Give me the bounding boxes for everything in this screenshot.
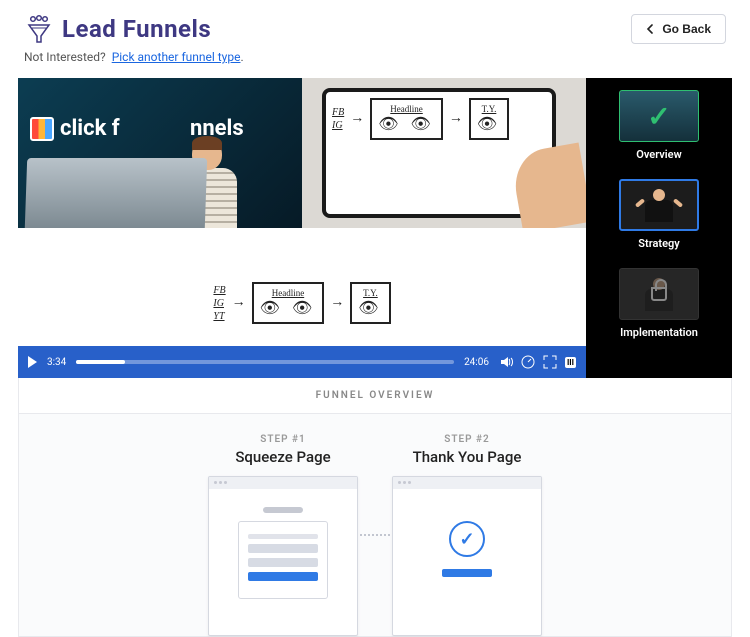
step-squeeze-page[interactable]: STEP #1 Squeeze Page	[203, 434, 363, 636]
page-header: Lead Funnels Go Back	[0, 0, 750, 50]
subheader: Not Interested? Pick another funnel type…	[0, 50, 750, 78]
tablet-sketch: FBIG → Headline👁 👁 → T.Y.👁	[332, 98, 546, 140]
clickfunnels-icon	[30, 117, 54, 141]
subhead-prefix: Not Interested?	[24, 50, 106, 64]
section-title: FUNNEL OVERVIEW	[19, 378, 731, 414]
step-thank-you-page[interactable]: STEP #2 Thank You Page ✓	[387, 434, 547, 636]
volume-icon[interactable]	[499, 355, 513, 369]
video-frame-top: click f nnels FBIG → Headline👁 👁 → T.Y.👁	[18, 78, 586, 228]
laptop-prop	[25, 158, 207, 228]
total-time: 24:06	[464, 357, 489, 368]
chapter-list: ✓ Overview Strategy Implementation	[586, 78, 732, 378]
step-number: STEP #2	[387, 434, 547, 445]
current-time: 3:34	[47, 357, 66, 368]
step-title: Thank You Page	[387, 448, 547, 466]
logo: Lead Funnels	[24, 14, 211, 44]
chapter-label: Strategy	[638, 237, 679, 250]
logo-text: Lead Funnels	[62, 15, 211, 43]
chevron-left-icon	[646, 24, 654, 34]
chapter-label: Overview	[636, 148, 681, 161]
chapter-implementation[interactable]: Implementation	[619, 268, 699, 339]
video-controls: 3:34 24:06 III	[18, 346, 586, 378]
chapter-strategy[interactable]: Strategy	[619, 179, 699, 250]
whiteboard-sketch: FB IG YT → Headline👁 👁 → T.Y.👁	[213, 282, 390, 324]
pick-another-link[interactable]: Pick another funnel type	[112, 50, 241, 64]
go-back-label: Go Back	[662, 22, 711, 36]
funnel-overview-section: FUNNEL OVERVIEW STEP #1 Squeeze Page	[18, 378, 732, 637]
video-main[interactable]: click f nnels FBIG → Headline👁 👁 → T.Y.👁	[18, 78, 586, 378]
clickfunnels-logo: click f	[30, 116, 120, 141]
video-presenter-panel: click f nnels	[18, 78, 302, 228]
brand-badge: III	[565, 357, 576, 368]
progress-bar[interactable]	[76, 360, 454, 364]
step-connector	[360, 534, 390, 536]
presenter-thumb-icon	[639, 185, 679, 225]
speed-icon[interactable]	[521, 355, 535, 369]
clickfunnels-logo-right: nnels	[190, 116, 244, 141]
subhead-suffix: .	[240, 50, 243, 64]
step-number: STEP #1	[203, 434, 363, 445]
funnel-people-icon	[24, 14, 54, 44]
check-icon: ✓	[647, 100, 670, 133]
step-title: Squeeze Page	[203, 448, 363, 466]
player-region: click f nnels FBIG → Headline👁 👁 → T.Y.👁	[18, 78, 732, 378]
success-check-icon: ✓	[449, 521, 485, 557]
go-back-button[interactable]: Go Back	[631, 14, 726, 44]
chapter-overview[interactable]: ✓ Overview	[619, 90, 699, 161]
chapter-label: Implementation	[620, 326, 698, 339]
fullscreen-icon[interactable]	[543, 355, 557, 369]
video-whiteboard-panel: FBIG → Headline👁 👁 → T.Y.👁	[302, 78, 586, 228]
play-button[interactable]	[28, 356, 37, 368]
squeeze-page-preview	[208, 476, 358, 636]
thank-you-page-preview: ✓	[392, 476, 542, 636]
lock-icon	[651, 287, 667, 301]
